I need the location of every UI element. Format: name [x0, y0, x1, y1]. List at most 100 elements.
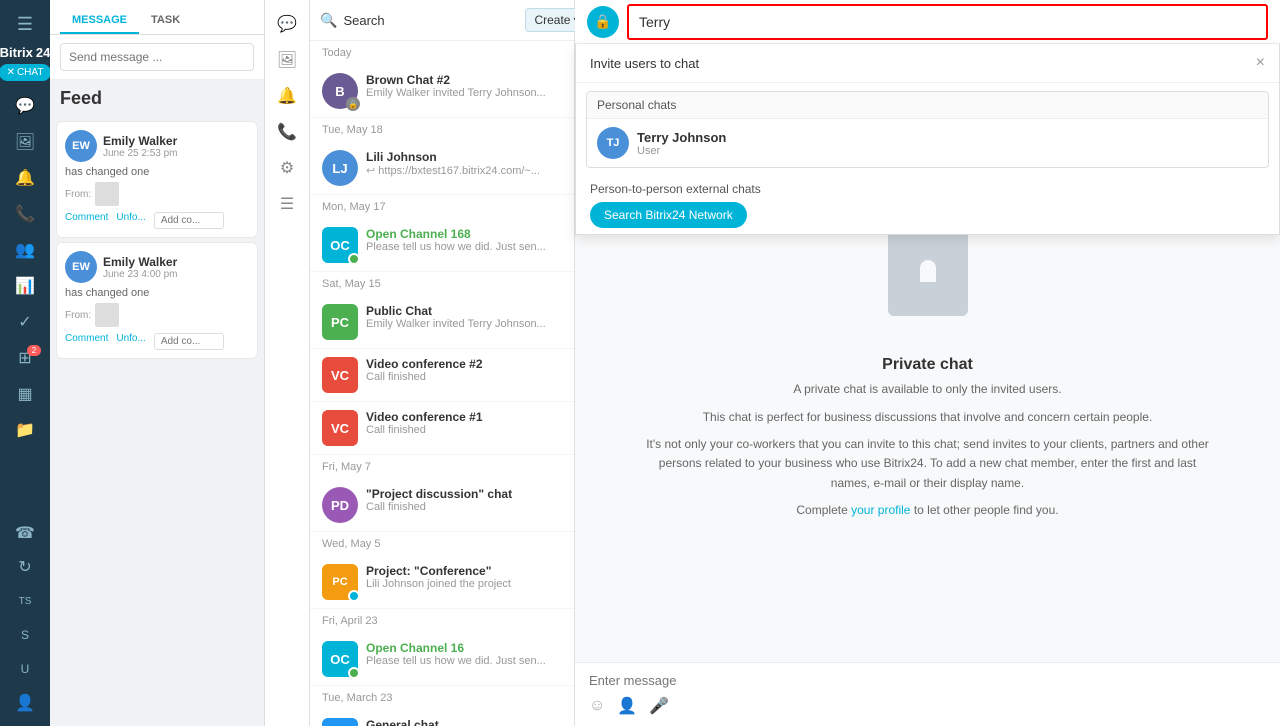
chat-info: General chat Emily Walker sent invitatio…	[366, 718, 562, 726]
menu-hamburger-icon[interactable]: ☰	[7, 8, 43, 41]
feed-from-row: From:	[65, 182, 249, 206]
invite-search-input[interactable]	[627, 4, 1268, 40]
send-message-input[interactable]	[60, 43, 254, 71]
comment-button[interactable]: Comment	[65, 333, 108, 350]
feed-title: Feed	[50, 80, 264, 117]
user-result[interactable]: TJ Terry Johnson User	[587, 119, 1268, 167]
nav-chat-icon[interactable]: 💬	[7, 91, 43, 121]
list-item[interactable]: OC Open Channel 168 Please tell us how w…	[310, 219, 574, 272]
footer-icons: ☺ 👤 🎤	[589, 696, 1266, 716]
user-name: Terry Johnson	[637, 130, 726, 145]
list-item[interactable]: PC Public Chat Emily Walker invited Terr…	[310, 296, 574, 349]
avatar: B 🔒	[322, 73, 358, 109]
chat-name: Project: "Conference"	[366, 564, 562, 578]
nav-u-icon[interactable]: U	[7, 654, 43, 684]
feed-thumbnail	[95, 182, 119, 206]
list-item[interactable]: LJ Lili Johnson ↩ https://bxtest167.bitr…	[310, 142, 574, 195]
search-icon: 🔍	[320, 12, 337, 29]
feed-input-area	[50, 35, 264, 80]
emoji-icon[interactable]: ☺	[589, 697, 605, 715]
icon-list[interactable]: ☰	[269, 188, 305, 220]
chat-info: Open Channel 16 Please tell us how we di…	[366, 641, 562, 667]
profile-link[interactable]: your profile	[851, 503, 910, 517]
chat-name: Lili Johnson	[366, 150, 562, 164]
message-input[interactable]	[589, 673, 1266, 688]
nav-person-icon[interactable]: 👤	[7, 688, 43, 718]
list-item[interactable]: 24 General chat Emily Walker sent invita…	[310, 710, 574, 726]
chat-preview: Emily Walker invited Terry Johnson...	[366, 87, 562, 99]
nav-ts-icon[interactable]: TS	[7, 586, 43, 616]
chat-list: Today B 🔒 Brown Chat #2 Emily Walker inv…	[310, 41, 574, 726]
list-item[interactable]: B 🔒 Brown Chat #2 Emily Walker invited T…	[310, 65, 574, 118]
online-badge	[348, 590, 360, 602]
avatar: PC	[322, 304, 358, 340]
nav-grid-icon[interactable]: ▦	[7, 379, 43, 409]
date-label: Sat, May 15	[310, 272, 574, 296]
chat-button[interactable]: ✕ CHAT	[0, 64, 51, 81]
icon-image[interactable]: 🖼	[269, 44, 305, 76]
feed-time: June 25 2:53 pm	[103, 148, 178, 159]
date-label: Tue, March 23	[310, 686, 574, 710]
search-network-button[interactable]: Search Bitrix24 Network	[590, 202, 747, 228]
personal-chats-label: Personal chats	[587, 92, 1268, 119]
tasks-badge: 2	[27, 345, 41, 356]
list-item[interactable]: PC Project: "Conference" Lili Johnson jo…	[310, 556, 574, 609]
lock-badge: 🔒	[346, 97, 360, 111]
nav-phone2-icon[interactable]: ☎	[7, 518, 43, 548]
unfollow-button[interactable]: Unfo...	[116, 333, 145, 350]
tab-message[interactable]: MESSAGE	[60, 8, 139, 34]
list-item[interactable]: VC Video conference #1 Call finished	[310, 402, 574, 455]
chat-info: Video conference #1 Call finished	[366, 410, 562, 436]
chat-header: 🔒	[575, 0, 1280, 44]
nav-image-icon[interactable]: 🖼	[7, 127, 43, 157]
close-icon[interactable]: ×	[1256, 54, 1265, 72]
lock-icon-button[interactable]: 🔒	[587, 6, 619, 38]
nav-tasks-icon[interactable]: ✓	[7, 307, 43, 337]
bitrix-version: 24	[36, 45, 50, 60]
chat-list-panel: 🔍 Create ▾ Today B 🔒 Brown Chat #2 Emily…	[310, 0, 575, 726]
chat-preview: Call finished	[366, 424, 562, 436]
avatar: OC	[322, 227, 358, 263]
nav-folder-icon[interactable]: 📁	[7, 415, 43, 445]
personal-chats-section: Personal chats TJ Terry Johnson User	[586, 91, 1269, 168]
nav-phone-icon[interactable]: 📞	[7, 199, 43, 229]
mic-icon[interactable]: 🎤	[649, 696, 669, 716]
private-chat-title: Private chat	[882, 356, 973, 374]
nav-s-icon[interactable]: S	[7, 620, 43, 650]
icon-bell[interactable]: 🔔	[269, 80, 305, 112]
chat-search-bar: 🔍 Create ▾	[310, 0, 574, 41]
nav-crm-icon[interactable]: 📊	[7, 271, 43, 301]
chat-search-input[interactable]	[343, 13, 519, 28]
tab-task[interactable]: TASK	[139, 8, 192, 34]
add-comment-input[interactable]	[154, 333, 224, 350]
list-item[interactable]: OC Open Channel 16 Please tell us how we…	[310, 633, 574, 686]
private-chat-subtitle: A private chat is available to only the …	[793, 382, 1061, 396]
date-label: Tue, May 18	[310, 118, 574, 142]
list-item[interactable]: VC Video conference #2 Call finished	[310, 349, 574, 402]
feed-list: EW Emily Walker June 25 2:53 pm has chan…	[50, 117, 264, 726]
feed-tabs: MESSAGE TASK	[50, 0, 264, 35]
nav-bell-icon[interactable]: 🔔	[7, 163, 43, 193]
unfollow-button[interactable]: Unfo...	[116, 212, 145, 229]
bitrix-logo: Bitrix	[0, 45, 33, 60]
date-label: Fri, May 7	[310, 455, 574, 479]
chat-preview: ↩ https://bxtest167.bitrix24.com/~...	[366, 164, 562, 177]
chat-info: Lili Johnson ↩ https://bxtest167.bitrix2…	[366, 150, 562, 177]
icon-chat-bubble[interactable]: 💬	[269, 8, 305, 40]
icon-settings[interactable]: ⚙	[269, 152, 305, 184]
list-item[interactable]: PD "Project discussion" chat Call finish…	[310, 479, 574, 532]
chat-info: Project: "Conference" Lili Johnson joine…	[366, 564, 562, 590]
feed-actions: Comment Unfo...	[65, 212, 249, 229]
avatar: PD	[322, 487, 358, 523]
nav-sync-icon[interactable]: ↻	[7, 552, 43, 582]
nav-contacts-icon[interactable]: 👥	[7, 235, 43, 265]
icon-phone[interactable]: 📞	[269, 116, 305, 148]
chat-info: Open Channel 168 Please tell us how we d…	[366, 227, 562, 253]
comment-button[interactable]: Comment	[65, 212, 108, 229]
chat-name: Video conference #1	[366, 410, 562, 424]
nav-deals-icon[interactable]: ⊞ 2	[7, 343, 43, 373]
chat-name: Open Channel 168	[366, 227, 562, 241]
add-comment-input[interactable]	[154, 212, 224, 229]
chat-preview: Emily Walker invited Terry Johnson...	[366, 318, 562, 330]
person-icon[interactable]: 👤	[617, 696, 637, 716]
